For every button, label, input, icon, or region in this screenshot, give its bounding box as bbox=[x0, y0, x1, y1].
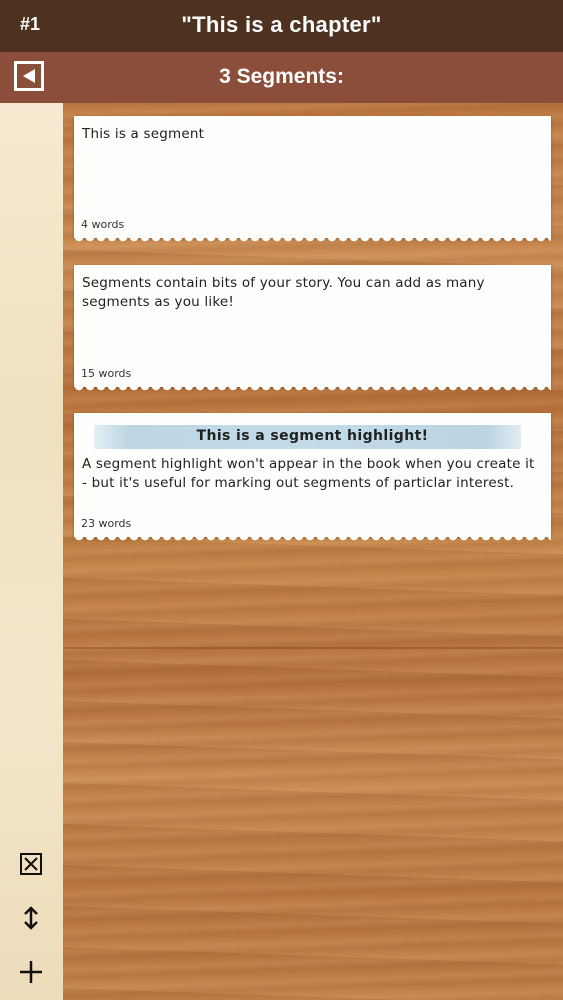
segments-header: 3 Segments: bbox=[0, 52, 563, 103]
add-icon bbox=[20, 961, 42, 983]
chapter-title[interactable]: "This is a chapter" bbox=[0, 12, 563, 38]
segment-text: Segments contain bits of your story. You… bbox=[82, 275, 485, 310]
segments-count: 3 Segments: bbox=[219, 65, 344, 88]
delete-button[interactable] bbox=[16, 849, 46, 879]
segment-card-highlighted[interactable]: This is a segment highlight! A segment h… bbox=[74, 413, 551, 542]
word-count: 4 words bbox=[81, 218, 125, 231]
tool-sidebar bbox=[0, 103, 64, 1000]
segment-text: A segment highlight won't appear in the … bbox=[82, 456, 535, 491]
word-count: 23 words bbox=[81, 517, 132, 530]
delete-icon bbox=[20, 853, 42, 875]
wood-seam bbox=[63, 647, 563, 649]
word-count: 15 words bbox=[81, 367, 132, 380]
segment-card[interactable]: This is a segment 4 words bbox=[74, 116, 551, 243]
add-segment-button[interactable] bbox=[16, 957, 46, 987]
reorder-button[interactable] bbox=[16, 903, 46, 933]
title-bar: #1 "This is a chapter" bbox=[0, 0, 563, 52]
segment-text: This is a segment bbox=[82, 126, 205, 142]
segment-highlight-title: This is a segment highlight! bbox=[196, 428, 429, 444]
reorder-icon bbox=[24, 906, 38, 930]
segment-card[interactable]: Segments contain bits of your story. You… bbox=[74, 265, 551, 392]
